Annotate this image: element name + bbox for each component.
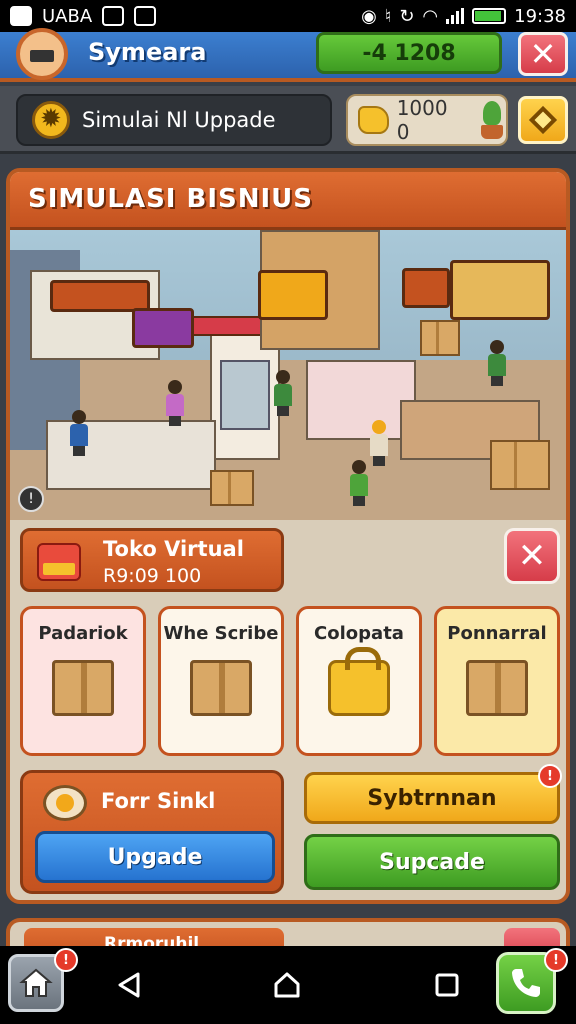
home-icon — [19, 968, 53, 997]
signal-icon — [446, 8, 465, 24]
customer-figure — [274, 370, 292, 416]
customer-figure — [370, 420, 388, 466]
scene-info-badge[interactable]: ! — [18, 486, 44, 512]
drink-shelf — [220, 360, 270, 430]
category-cards: Padariok Whe Scribe Colopata Ponnarral — [20, 606, 564, 756]
clock: 19:38 — [514, 5, 566, 27]
notification-badge: ! — [544, 948, 568, 972]
package-icon — [190, 660, 252, 716]
recents-button[interactable] — [430, 968, 464, 1002]
lock-icon — [328, 647, 390, 716]
shop-card[interactable]: Toko Virtual R9:09 100 — [20, 528, 284, 592]
house-outline-icon — [274, 972, 300, 998]
back-icon — [118, 972, 140, 998]
business-sim-panel: SIMULASI BISNIUS ! Toko Virtual R9:09 10… — [6, 168, 570, 904]
coin-pill[interactable]: 1000 0 — [346, 94, 508, 146]
simulation-upgrade-pill[interactable]: Simulai Nl Uppade — [16, 94, 332, 146]
category-label: Whe Scribe — [163, 623, 279, 644]
app-icon — [134, 6, 157, 26]
shop-name: Toko Virtual — [103, 537, 244, 561]
category-card[interactable]: Colopata — [296, 606, 422, 756]
customer-figure — [350, 460, 368, 506]
phone-icon — [512, 969, 540, 997]
customer-figure — [166, 380, 184, 426]
alarm-icon: ◉ — [361, 5, 377, 27]
player-name: Symeara — [88, 38, 207, 66]
diamond-button[interactable] — [518, 96, 568, 144]
sync-icon: ↻ — [399, 5, 415, 27]
package-icon — [466, 660, 528, 716]
simulation-label: Simulai Nl Uppade — [82, 108, 276, 132]
yellow-action-button[interactable]: Sybtrnnan — [304, 772, 560, 824]
coin-value: 1000 0 — [396, 96, 448, 144]
right-sign — [450, 260, 550, 320]
green-action-button[interactable]: Supcade — [304, 834, 560, 890]
navigation-bar: ! ! — [0, 946, 576, 1024]
coin-icon — [43, 785, 87, 821]
status-bar: UABA ◉ ♮ ↻ ◠ 19:38 — [0, 0, 576, 32]
close-icon: ✕ — [517, 536, 547, 576]
panel-header: SIMULASI BISNIUS — [10, 172, 566, 230]
cashier-figure — [70, 410, 88, 456]
notification-badge: ! — [54, 948, 78, 972]
vibrate-icon: ♮ — [384, 5, 392, 27]
shop-close-button[interactable]: ✕ — [504, 528, 560, 584]
message-icon — [102, 6, 125, 26]
avatar[interactable] — [16, 28, 68, 80]
store-scene[interactable]: ! — [10, 230, 566, 520]
battery-icon — [472, 8, 507, 24]
close-button[interactable]: ✕ — [518, 32, 568, 76]
notification-badge: ! — [538, 764, 562, 788]
purple-sign — [132, 308, 194, 348]
category-card[interactable]: Whe Scribe — [158, 606, 284, 756]
home-nav-button[interactable] — [270, 968, 304, 1002]
close-icon: ✕ — [529, 35, 557, 73]
small-red-sign — [402, 268, 450, 308]
notification-icon — [10, 6, 32, 26]
info-bar: Simulai Nl Uppade 1000 0 — [0, 86, 576, 154]
category-label: Padariok — [38, 623, 128, 644]
category-label: Colopata — [314, 623, 404, 644]
coin-bag-icon — [358, 106, 389, 134]
star-badge-icon — [32, 101, 70, 139]
money-display[interactable]: -4 1208 — [316, 32, 502, 74]
scene-box — [420, 320, 460, 356]
action-title: Forr Sinkl — [101, 789, 216, 813]
recents-icon — [435, 973, 459, 997]
shop-price: R9:09 100 — [103, 565, 202, 587]
wifi-icon: ◠ — [422, 5, 439, 27]
scene-box — [490, 440, 550, 490]
top-bar: Symeara -4 1208 ✕ — [0, 28, 576, 82]
action-card: Forr Sinkl Upgade — [20, 770, 284, 894]
shopkeeper-figure — [488, 340, 506, 386]
shop-box-icon — [37, 543, 81, 581]
category-label: Ponnarral — [447, 623, 547, 644]
plant-icon — [477, 101, 506, 139]
category-card[interactable]: Padariok — [20, 606, 146, 756]
upgrade-button[interactable]: Upgade — [35, 831, 275, 883]
carrier-label: UABA — [42, 5, 93, 27]
yellow-sign — [258, 270, 328, 320]
package-icon — [52, 660, 114, 716]
diamond-icon — [528, 105, 558, 135]
category-card[interactable]: Ponnarral — [434, 606, 560, 756]
back-button[interactable] — [112, 968, 146, 1002]
scene-box — [210, 470, 254, 506]
panel-title: SIMULASI BISNIUS — [28, 184, 314, 214]
